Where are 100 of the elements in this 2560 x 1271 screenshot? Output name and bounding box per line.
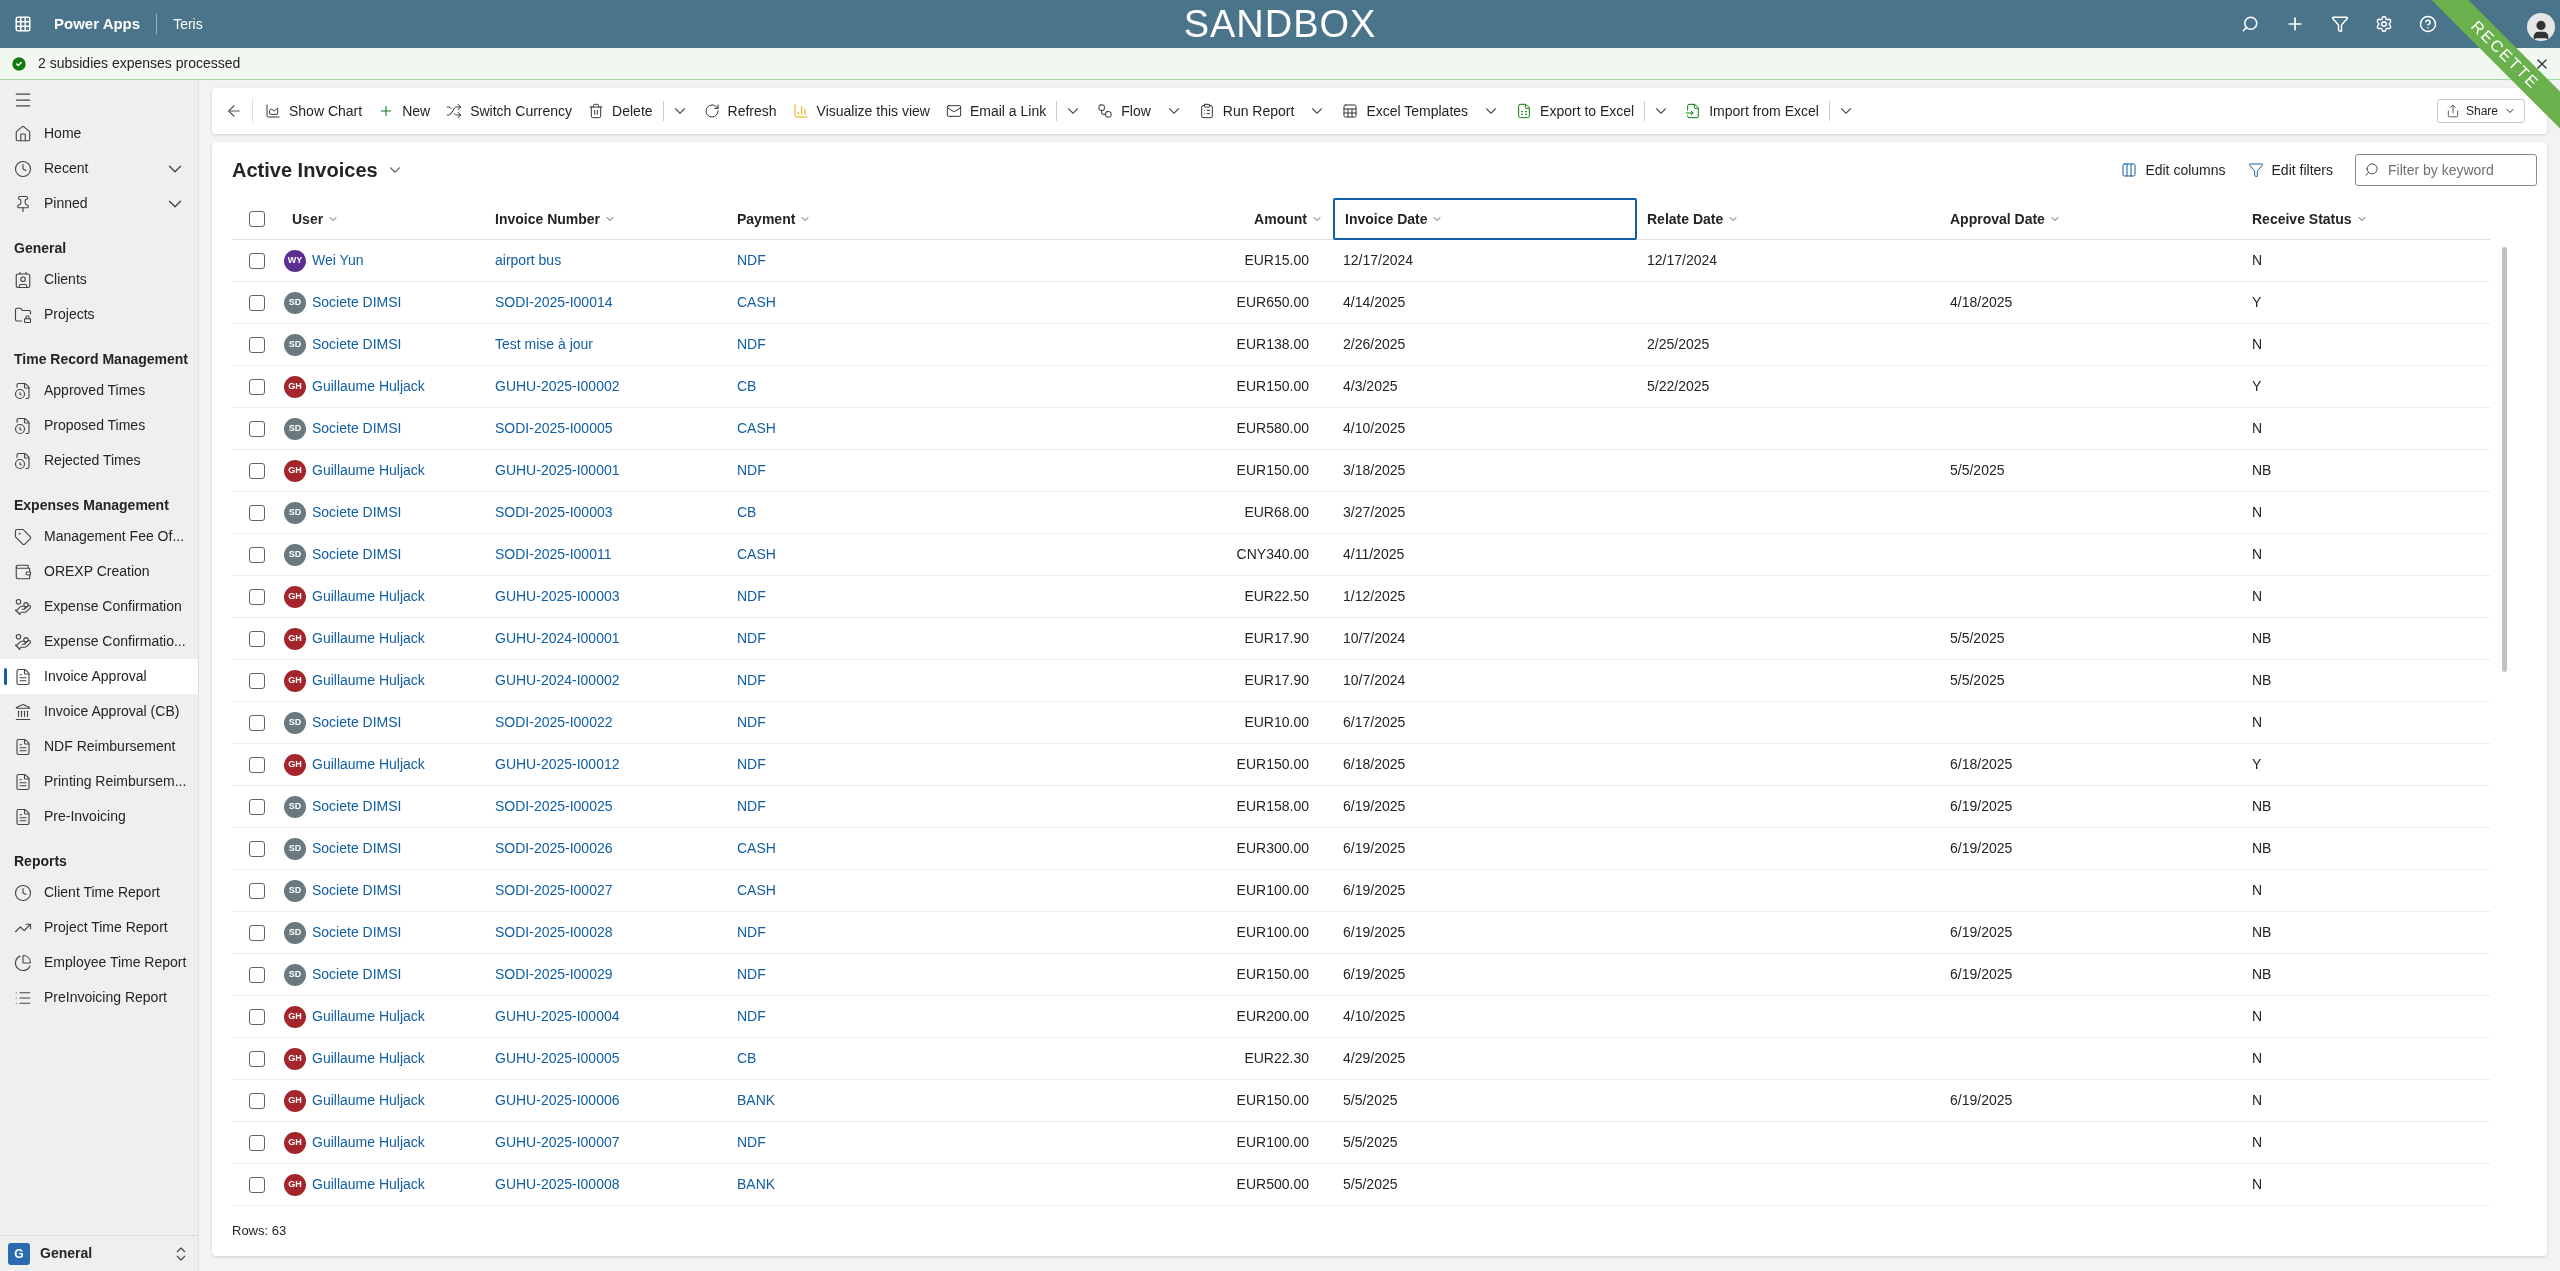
user-link[interactable]: Wei Yun [312, 250, 364, 271]
nav-item[interactable]: Projects [0, 297, 198, 332]
view-action-button[interactable]: Edit filters [2247, 159, 2333, 181]
invoice-link[interactable]: Test mise à jour [495, 336, 594, 352]
toolbar-button[interactable]: Email a Link [937, 95, 1055, 127]
column-header[interactable]: Invoice Date [1333, 198, 1637, 240]
checkbox[interactable] [249, 420, 265, 437]
invoice-link[interactable]: GUHU-2025-I00003 [495, 588, 620, 604]
user-link[interactable]: Societe DIMSI [312, 838, 402, 859]
checkbox[interactable] [249, 756, 265, 773]
payment-link[interactable]: CASH [737, 546, 776, 562]
invoice-link[interactable]: GUHU-2025-I00007 [495, 1134, 620, 1150]
invoice-link[interactable]: SODI-2025-I00003 [495, 504, 613, 520]
user-link[interactable]: Societe DIMSI [312, 502, 402, 523]
checkbox[interactable] [249, 882, 265, 899]
checkbox[interactable] [249, 840, 265, 857]
user-link[interactable]: Societe DIMSI [312, 334, 402, 355]
user-link[interactable]: Societe DIMSI [312, 964, 402, 985]
checkbox[interactable] [249, 211, 265, 227]
checkbox[interactable] [249, 798, 265, 815]
payment-link[interactable]: NDF [737, 252, 766, 268]
invoice-link[interactable]: SODI-2025-I00014 [495, 294, 613, 310]
checkbox[interactable] [249, 1134, 265, 1151]
nav-item[interactable]: Invoice Approval [0, 659, 198, 694]
user-link[interactable]: Guillaume Huljack [312, 754, 425, 775]
payment-link[interactable]: NDF [737, 1134, 766, 1150]
toolbar-button[interactable]: Excel Templates [1334, 95, 1509, 127]
toolbar-button[interactable]: Export to Excel [1508, 95, 1643, 127]
invoice-link[interactable]: SODI-2025-I00011 [495, 546, 612, 562]
nav-item[interactable]: Pinned [0, 186, 198, 221]
checkbox[interactable] [249, 1008, 265, 1025]
payment-link[interactable]: NDF [737, 966, 766, 982]
user-link[interactable]: Guillaume Huljack [312, 460, 425, 481]
payment-link[interactable]: CB [737, 504, 757, 520]
nav-item[interactable]: Expense Confirmation [0, 589, 198, 624]
nav-item[interactable]: Clients [0, 262, 198, 297]
payment-link[interactable]: CASH [737, 840, 776, 856]
toolbar-button[interactable]: Import from Excel [1677, 95, 1827, 127]
nav-item[interactable]: Approved Times [0, 373, 198, 408]
share-button[interactable]: Share [2436, 99, 2525, 123]
column-header[interactable]: User [282, 198, 485, 240]
nav-item[interactable]: Rejected Times [0, 443, 198, 478]
user-link[interactable]: Guillaume Huljack [312, 1048, 425, 1069]
nav-item[interactable]: Home [0, 116, 198, 151]
checkbox[interactable] [249, 1050, 265, 1067]
column-header[interactable]: Approval Date [1940, 198, 2242, 240]
checkbox[interactable] [249, 924, 265, 941]
payment-link[interactable]: BANK [737, 1176, 776, 1192]
invoice-link[interactable]: GUHU-2024-I00001 [495, 630, 620, 646]
checkbox[interactable] [249, 588, 265, 605]
column-header[interactable]: Amount [1090, 198, 1333, 240]
app-launcher-icon[interactable] [14, 15, 32, 33]
column-header[interactable]: Payment [727, 198, 1090, 240]
column-header[interactable]: Relate Date [1637, 198, 1940, 240]
search-icon[interactable] [2241, 15, 2259, 33]
invoice-link[interactable]: GUHU-2025-I00008 [495, 1176, 620, 1192]
nav-item[interactable]: PreInvoicing Report [0, 980, 198, 1015]
checkbox[interactable] [249, 714, 265, 731]
nav-item[interactable]: Employee Time Report [0, 945, 198, 980]
user-link[interactable]: Societe DIMSI [312, 292, 402, 313]
nav-item[interactable]: Proposed Times [0, 408, 198, 443]
scroll-bar[interactable] [2502, 247, 2507, 672]
nav-item[interactable]: Pre-Invoicing [0, 799, 198, 834]
payment-link[interactable]: CASH [737, 882, 776, 898]
toolbar-button[interactable]: Delete [580, 95, 661, 127]
payment-link[interactable]: NDF [737, 672, 766, 688]
payment-link[interactable]: NDF [737, 630, 766, 646]
checkbox[interactable] [249, 1092, 265, 1109]
invoice-link[interactable]: GUHU-2025-I00005 [495, 1050, 620, 1066]
payment-link[interactable]: NDF [737, 462, 766, 478]
user-link[interactable]: Guillaume Huljack [312, 628, 425, 649]
settings-icon[interactable] [2375, 15, 2393, 33]
invoice-link[interactable]: SODI-2025-I00028 [495, 924, 613, 940]
user-link[interactable]: Guillaume Huljack [312, 586, 425, 607]
payment-link[interactable]: BANK [737, 1092, 776, 1108]
view-action-button[interactable]: Edit columns [2121, 159, 2226, 181]
user-link[interactable]: Societe DIMSI [312, 712, 402, 733]
checkbox[interactable] [249, 672, 265, 689]
payment-link[interactable]: NDF [737, 756, 766, 772]
nav-item[interactable]: Client Time Report [0, 875, 198, 910]
user-link[interactable]: Societe DIMSI [312, 418, 402, 439]
invoice-link[interactable]: SODI-2025-I00005 [495, 420, 613, 436]
nav-item[interactable]: Expense Confirmatio... [0, 624, 198, 659]
user-link[interactable]: Guillaume Huljack [312, 1090, 425, 1111]
payment-link[interactable]: NDF [737, 336, 766, 352]
invoice-link[interactable]: GUHU-2025-I00002 [495, 378, 620, 394]
nav-item[interactable]: Recent [0, 151, 198, 186]
checkbox[interactable] [249, 546, 265, 563]
checkbox[interactable] [249, 336, 265, 353]
checkbox[interactable] [249, 504, 265, 521]
user-link[interactable]: Societe DIMSI [312, 544, 402, 565]
payment-link[interactable]: NDF [737, 798, 766, 814]
user-link[interactable]: Guillaume Huljack [312, 670, 425, 691]
checkbox[interactable] [249, 378, 265, 395]
payment-link[interactable]: CASH [737, 420, 776, 436]
user-link[interactable]: Societe DIMSI [312, 796, 402, 817]
invoice-link[interactable]: GUHU-2025-I00006 [495, 1092, 620, 1108]
checkbox[interactable] [249, 462, 265, 479]
invoice-link[interactable]: SODI-2025-I00027 [495, 882, 613, 898]
nav-item[interactable]: Management Fee Of... [0, 519, 198, 554]
